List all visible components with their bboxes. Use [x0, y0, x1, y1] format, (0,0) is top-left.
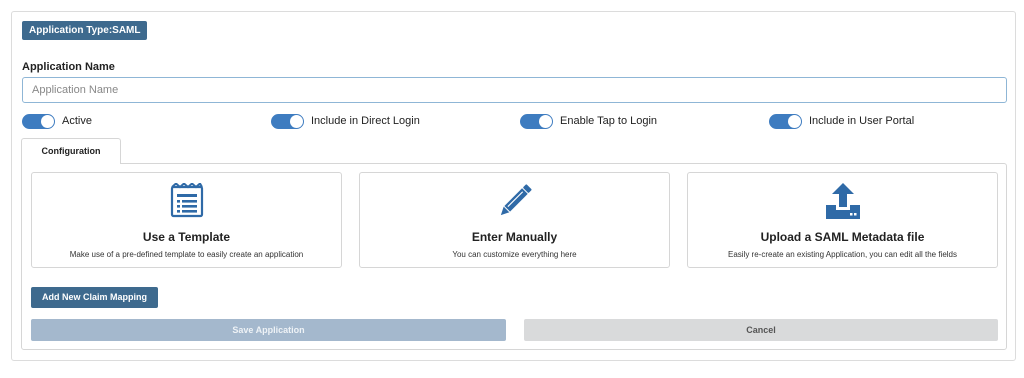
- toggle-include-direct-login[interactable]: Include in Direct Login: [271, 113, 420, 129]
- template-icon: [170, 183, 203, 218]
- save-application-button[interactable]: Save Application: [31, 319, 506, 341]
- upload-icon: [825, 183, 860, 219]
- application-type-badge: Application Type:SAML: [22, 21, 148, 40]
- use-template-title: Use a Template: [142, 230, 231, 244]
- upload-saml-description: Easily re-create an existing Application…: [727, 250, 957, 259]
- use-template-card[interactable]: Use a Template Make use of a pre-defined…: [31, 172, 342, 268]
- upload-saml-metadata-card[interactable]: Upload a SAML Metadata file Easily re-cr…: [687, 172, 998, 268]
- tab-configuration[interactable]: Configuration: [21, 138, 121, 164]
- switch-knob: [788, 114, 801, 128]
- include-user-portal-switch[interactable]: [769, 113, 802, 129]
- enter-manually-card[interactable]: Enter Manually You can customize everyth…: [359, 172, 670, 268]
- switch-knob: [41, 114, 54, 128]
- include-direct-login-label: Include in Direct Login: [311, 115, 420, 127]
- include-direct-login-switch[interactable]: [271, 113, 304, 129]
- enable-tap-to-login-switch[interactable]: [520, 113, 553, 129]
- toggle-enable-tap-to-login[interactable]: Enable Tap to Login: [520, 113, 657, 129]
- upload-saml-title: Upload a SAML Metadata file: [760, 230, 925, 244]
- toggle-include-user-portal[interactable]: Include in User Portal: [769, 113, 914, 129]
- toggle-active[interactable]: Active: [22, 113, 92, 129]
- enable-tap-to-login-label: Enable Tap to Login: [560, 115, 658, 127]
- enter-manually-description: You can customize everything here: [452, 250, 577, 259]
- include-user-portal-label: Include in User Portal: [809, 115, 915, 127]
- active-switch[interactable]: [22, 113, 55, 129]
- enter-manually-title: Enter Manually: [471, 230, 558, 244]
- switch-knob: [539, 114, 552, 128]
- pencil-icon: [500, 184, 532, 216]
- application-name-input[interactable]: [22, 77, 1007, 103]
- active-label: Active: [62, 115, 92, 127]
- add-new-claim-mapping-button[interactable]: Add New Claim Mapping: [31, 287, 158, 308]
- use-template-description: Make use of a pre-defined template to ea…: [69, 250, 304, 259]
- application-name-label: Application Name: [22, 61, 115, 73]
- cancel-button[interactable]: Cancel: [524, 319, 998, 341]
- switch-knob: [290, 114, 303, 128]
